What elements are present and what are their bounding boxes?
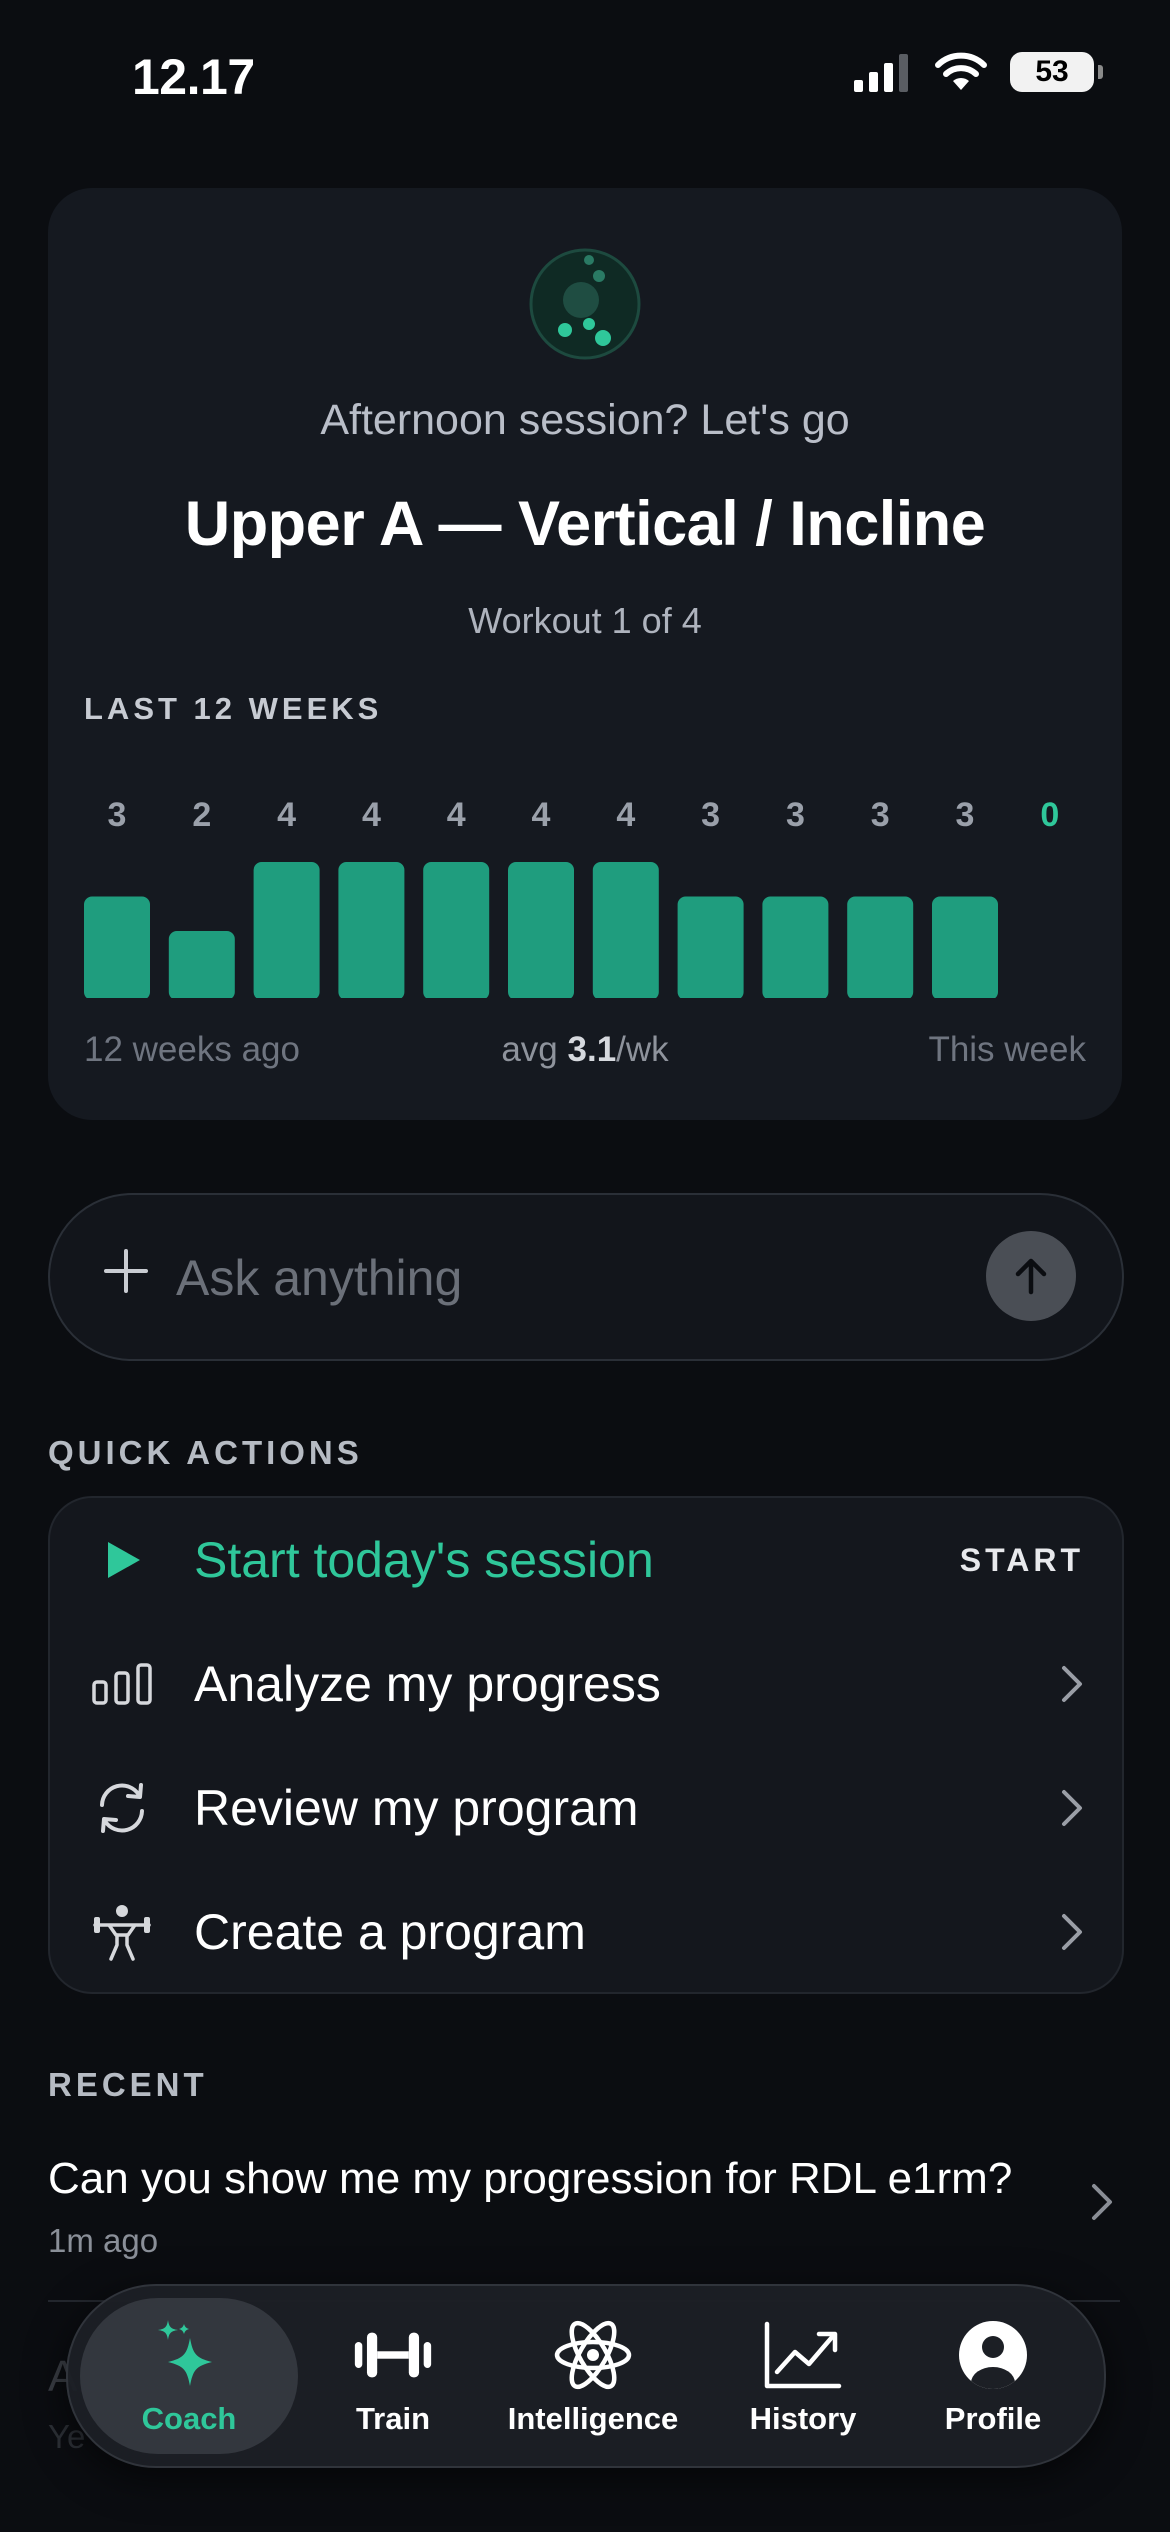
bar-value-label: 3 [871,796,890,834]
wifi-icon [935,52,987,90]
plus-icon[interactable] [96,1241,156,1301]
tab-intelligence[interactable]: Intelligence [478,2298,708,2454]
recent-conversation-item[interactable]: Can you show me my progression for RDL e… [48,2140,1120,2300]
bar-value-label: 3 [786,796,805,834]
dumbbell-icon [353,2315,433,2395]
chevron-right-icon [1062,1914,1082,1950]
recent-heading: RECENT [48,2066,208,2103]
action-label: Create a program [194,1904,586,1960]
atom-icon [553,2315,633,2395]
bar-value-label: 0 [1040,796,1059,834]
tab-label: Profile [944,2401,1042,2436]
tab-train[interactable]: Train [308,2298,478,2454]
sparkle-icon [149,2315,229,2395]
weightlifter-icon [90,1900,154,1964]
bar-value-label: 4 [362,796,381,834]
avg-prefix: avg [501,1030,558,1069]
tab-history[interactable]: History [718,2298,888,2454]
tab-label: Coach [141,2401,237,2436]
chevron-right-icon [1092,2184,1112,2220]
analyze-progress-action[interactable]: Analyze my progress [50,1622,1122,1746]
avg-suffix: /wk [616,1030,669,1069]
tab-coach[interactable]: Coach [80,2298,298,2454]
signal-icon [854,54,908,92]
week-bar [508,862,574,998]
status-icons: 53 [854,52,1103,92]
week-bar [338,862,405,998]
recent-title: Can you show me my progression for RDL e… [48,2154,1013,2203]
action-label: Review my program [194,1780,639,1836]
bar-value-label: 3 [956,796,975,834]
week-bar [592,862,659,998]
start-session-action[interactable]: Start today's session START [50,1498,1122,1622]
play-icon [90,1528,154,1592]
ask-input[interactable] [174,1237,978,1319]
tab-bar: Coach Train Intelligence History Profile [66,2284,1106,2468]
chevron-right-icon [1062,1790,1082,1826]
chevron-right-icon [1062,1666,1082,1702]
chart-title: LAST 12 WEEKS [84,691,383,726]
bar-value-label: 2 [192,796,211,834]
bar-value-label: 4 [532,796,551,834]
tab-label: Intelligence [507,2401,679,2436]
ask-box [48,1193,1124,1361]
tab-label: Train [355,2401,431,2436]
week-bar [847,896,914,998]
chart-axis-end: This week [928,1030,1086,1069]
bar-value-label: 3 [108,796,127,834]
action-label: Start today's session [194,1532,654,1588]
bar-chart-icon [90,1652,154,1716]
week-bar [253,862,320,998]
arrow-up-icon [1015,1258,1047,1295]
workout-subtitle: Workout 1 of 4 [468,600,702,641]
send-button[interactable] [986,1231,1076,1321]
bar-value-label: 3 [701,796,720,834]
refresh-icon [90,1776,154,1840]
status-time: 12.17 [132,49,255,105]
action-label: Analyze my progress [194,1656,661,1712]
trend-icon [763,2315,843,2395]
start-button[interactable]: START [960,1542,1084,1579]
tab-label: History [749,2401,857,2436]
quick-actions-heading: QUICK ACTIONS [48,1434,363,1471]
recent-timestamp: 1m ago [48,2222,159,2259]
week-bar [932,896,998,998]
bar-value-label: 4 [447,796,466,834]
week-bar [168,931,235,998]
battery-indicator: 53 [1010,52,1103,92]
weekly-sessions-chart: 3 2 4 4 4 4 4 3 3 3 3 0 [84,796,1059,998]
session-greeting: Afternoon session? Let's go [320,396,850,444]
bar-value-label: 4 [277,796,296,834]
review-program-action[interactable]: Review my program [50,1746,1122,1870]
week-bar [762,896,829,998]
week-bar [84,896,150,998]
bar-value-label: 4 [616,796,635,834]
session-hero-card[interactable]: Afternoon session? Let's go Upper A — Ve… [48,188,1122,1120]
workout-title: Upper A — Vertical / Incline [184,489,986,559]
create-program-action[interactable]: Create a program [50,1870,1122,1994]
week-bar [677,896,744,998]
tab-profile[interactable]: Profile [898,2298,1088,2454]
coach-avatar-icon [529,248,641,360]
quick-actions-list: Start today's session START Analyze my p… [48,1496,1124,1994]
avg-value: 3.1 [567,1030,617,1069]
week-bar [423,862,490,998]
person-icon [953,2315,1033,2395]
